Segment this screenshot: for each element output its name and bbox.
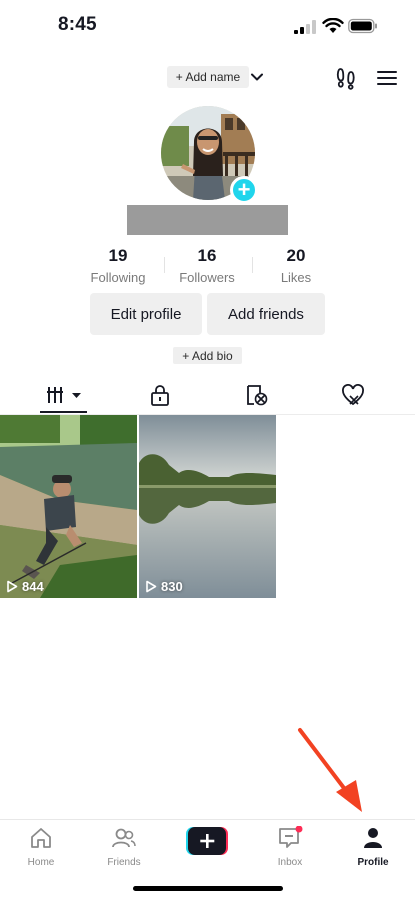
tab-videos[interactable] (46, 384, 82, 406)
add-bio-button[interactable]: + Add bio (173, 347, 242, 364)
likes-label: Likes (280, 270, 312, 285)
video-thumbnail-image (139, 415, 276, 598)
followers-stat[interactable]: 16 Followers (162, 246, 252, 285)
play-icon (146, 580, 157, 593)
following-count: 19 (108, 246, 128, 265)
add-avatar-plus-icon[interactable]: + (230, 176, 258, 204)
followers-label: Followers (179, 270, 235, 285)
nav-friends[interactable]: Friends (89, 826, 159, 868)
lock-icon[interactable] (148, 384, 172, 406)
annotation-arrow-icon (298, 728, 362, 812)
edit-profile-button[interactable]: Edit profile (90, 293, 202, 335)
nav-profile-label: Profile (357, 857, 389, 868)
repost-icon[interactable] (244, 384, 268, 406)
menu-icon[interactable] (376, 68, 398, 88)
nav-inbox-label: Inbox (277, 857, 303, 868)
nav-home-label: Home (27, 857, 55, 868)
redacted-username (127, 205, 288, 235)
status-time: 8:45 (58, 14, 97, 35)
view-count-value: 830 (161, 579, 183, 594)
video-thumbnail[interactable]: 844 (0, 415, 137, 598)
active-tab-indicator (40, 411, 87, 413)
signal-icon (294, 20, 316, 34)
view-count: 844 (6, 579, 44, 594)
friends-icon (112, 828, 136, 848)
view-count: 830 (145, 579, 183, 594)
inbox-icon (279, 825, 303, 848)
following-stat[interactable]: 19 Following (73, 246, 163, 285)
wifi-icon (322, 18, 344, 33)
home-indicator (133, 886, 283, 891)
bottom-nav-divider (0, 819, 415, 820)
video-thumbnail[interactable]: 830 (139, 415, 276, 598)
nav-inbox[interactable]: Inbox (255, 825, 325, 868)
create-icon[interactable] (186, 827, 228, 855)
play-icon (7, 580, 18, 593)
nav-friends-label: Friends (107, 857, 141, 868)
followers-count: 16 (197, 246, 217, 265)
video-thumbnail-image (0, 415, 137, 598)
following-label: Following (90, 270, 146, 285)
nav-home[interactable]: Home (6, 826, 76, 868)
footprints-icon[interactable] (334, 66, 358, 90)
add-name-button[interactable]: + Add name (167, 66, 249, 88)
nav-profile[interactable]: Profile (338, 826, 408, 868)
home-icon (31, 828, 51, 848)
chevron-down-icon[interactable] (250, 70, 264, 84)
profile-icon (364, 828, 382, 848)
grid-icon (47, 387, 81, 403)
add-friends-button[interactable]: Add friends (207, 293, 325, 335)
battery-icon (348, 18, 377, 34)
likes-stat[interactable]: 20 Likes (251, 246, 341, 285)
view-count-value: 844 (22, 579, 44, 594)
likes-count: 20 (286, 246, 306, 265)
liked-icon[interactable] (341, 384, 365, 406)
